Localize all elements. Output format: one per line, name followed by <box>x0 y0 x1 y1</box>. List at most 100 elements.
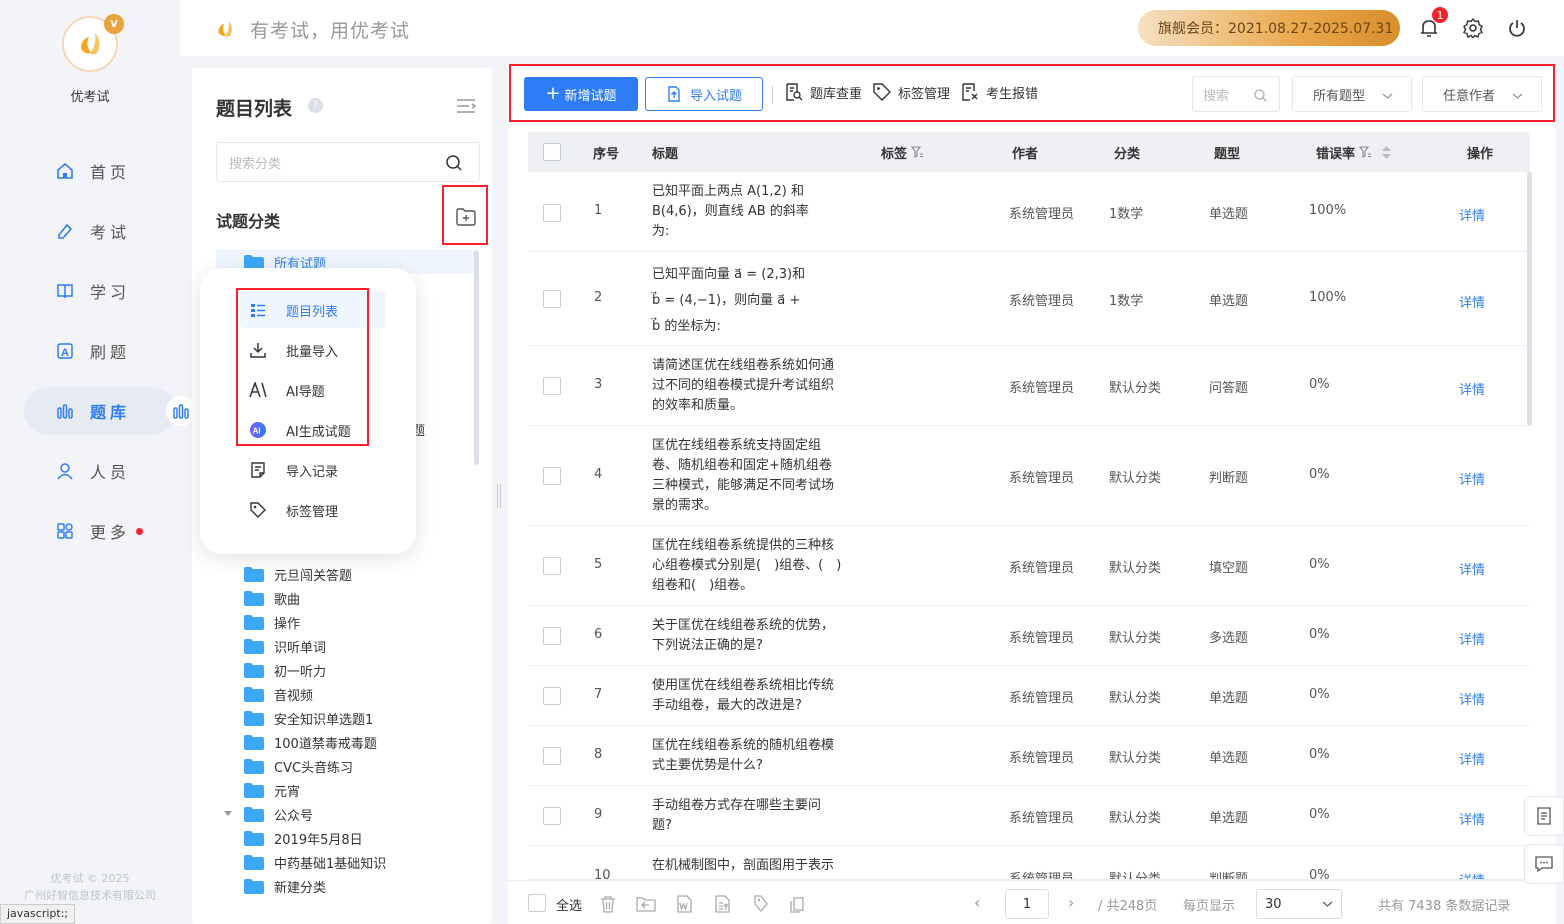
tag-management-link[interactable]: 标签管理 <box>872 82 950 102</box>
detail-link[interactable]: 详情 <box>1459 809 1485 828</box>
nav-question-bank[interactable]: 题库 <box>24 387 176 435</box>
nav-more[interactable]: 更多 <box>24 507 174 555</box>
menu-item-question-list[interactable]: 题目列表 <box>240 292 386 328</box>
row-checkbox[interactable] <box>543 687 561 705</box>
question-type-dropdown[interactable]: 所有题型 <box>1292 76 1412 112</box>
nav-learn[interactable]: 学习 <box>24 267 174 315</box>
settings-icon[interactable] <box>1461 16 1485 40</box>
tree-item[interactable]: 初一听力 <box>216 658 476 682</box>
menu-item-ai-generate[interactable]: AI AI生成试题 <box>240 412 386 448</box>
detail-link[interactable]: 详情 <box>1459 205 1485 224</box>
row-checkbox[interactable] <box>543 747 561 765</box>
add-folder-icon[interactable] <box>456 208 476 226</box>
nav-people[interactable]: 人员 <box>24 447 174 495</box>
row-checkbox[interactable] <box>543 807 561 825</box>
select-all-checkbox[interactable] <box>543 143 561 161</box>
menu-item-tag-management[interactable]: 标签管理 <box>240 492 386 528</box>
tree-item[interactable]: 元宵 <box>216 778 476 802</box>
filter-icon[interactable] <box>911 145 924 159</box>
export-word-icon[interactable] <box>674 894 694 914</box>
detail-link[interactable]: 详情 <box>1459 689 1485 708</box>
row-checkbox[interactable] <box>543 467 561 485</box>
tree-item[interactable]: 中药基础1基础知识 <box>216 850 476 874</box>
question-title[interactable]: 匡优在线组卷系统的随机组卷模 式主要优势是什么? <box>652 736 852 776</box>
row-checkbox[interactable] <box>543 290 561 308</box>
tree-item[interactable]: 歌曲 <box>216 586 476 610</box>
question-title[interactable]: 匡优在线组卷系统支持固定组 卷、随机组卷和固定+随机组卷 三种模式，能够满足不同… <box>652 436 852 516</box>
question-search-input[interactable]: 搜索 <box>1192 76 1280 112</box>
search-icon[interactable] <box>1254 89 1267 106</box>
help-icon[interactable]: ? <box>308 98 323 113</box>
add-question-button[interactable]: + 新增试题 <box>524 77 638 111</box>
tree-item[interactable]: 公众号 <box>216 802 476 826</box>
nav-home[interactable]: 首页 <box>24 147 174 195</box>
tree-item[interactable]: 识听单词 <box>216 634 476 658</box>
tree-item[interactable]: 音视频 <box>216 682 476 706</box>
table-scrollbar[interactable] <box>1527 172 1532 426</box>
nav-exam[interactable]: 考试 <box>24 207 174 255</box>
table-row[interactable]: 4 匡优在线组卷系统支持固定组 卷、随机组卷和固定+随机组卷 三种模式，能够满足… <box>528 426 1530 526</box>
question-title[interactable]: 已知平面上两点 A(1,2) 和 B(4,6)，则直线 AB 的斜率 为: <box>652 182 852 242</box>
table-row[interactable]: 5 匡优在线组卷系统提供的三种核 心组卷模式分别是( )组卷、( ) 组卷和( … <box>528 526 1530 606</box>
question-title[interactable]: 请简述匡优在线组卷系统如何通 过不同的组卷模式提升考试组织 的效率和质量。 <box>652 356 852 416</box>
question-title[interactable]: 关于匡优在线组卷系统的优势， 下列说法正确的是? <box>652 616 852 656</box>
author-dropdown[interactable]: 任意作者 <box>1422 76 1542 112</box>
column-tags[interactable]: 标签 <box>881 143 924 162</box>
detail-link[interactable]: 详情 <box>1459 559 1485 578</box>
question-title[interactable]: 在机械制图中，剖面图用于表示 <box>652 856 872 876</box>
tree-item[interactable]: 元旦闯关答题 <box>216 562 476 586</box>
next-page-button[interactable]: › <box>1068 893 1074 912</box>
footer-select-all-checkbox[interactable] <box>528 894 546 912</box>
dedupe-link[interactable]: 题库查重 <box>784 82 862 102</box>
panel-resize-handle[interactable] <box>497 484 501 508</box>
vip-membership-badge[interactable]: 旗舰会员：2021.08.27-2025.07.31 <box>1138 10 1400 46</box>
detail-link[interactable]: 详情 <box>1459 749 1485 768</box>
table-row[interactable]: 2 已知平面向量 a⃗ = (2,3)和 b⃗ = (4,−1)，则向量 a⃗ … <box>528 252 1530 346</box>
question-title[interactable]: 已知平面向量 a⃗ = (2,3)和 b⃗ = (4,−1)，则向量 a⃗ + … <box>652 262 852 340</box>
question-title[interactable]: 手动组卷方式存在哪些主要问 题? <box>652 796 852 836</box>
tree-item[interactable]: 100道禁毒戒毒题 <box>216 730 476 754</box>
power-icon[interactable] <box>1505 16 1529 40</box>
page-number-input[interactable]: 1 <box>1005 889 1049 919</box>
tree-item[interactable]: 新建分类 <box>216 874 476 898</box>
move-folder-icon[interactable] <box>636 894 656 914</box>
import-question-button[interactable]: 导入试题 <box>645 77 763 111</box>
menu-item-import-records[interactable]: 导入记录 <box>240 452 386 488</box>
question-title[interactable]: 使用匡优在线组卷系统相比传统 手动组卷，最大的改进是? <box>652 676 852 716</box>
detail-link[interactable]: 详情 <box>1459 870 1485 879</box>
filter-icon[interactable] <box>1359 145 1372 159</box>
row-checkbox[interactable] <box>543 377 561 395</box>
table-row[interactable]: 9 手动组卷方式存在哪些主要问 题? 系统管理员 默认分类 单选题 0% 详情 <box>528 786 1530 846</box>
nav-practice[interactable]: A 刷题 <box>24 327 174 375</box>
delete-icon[interactable] <box>598 894 618 914</box>
row-checkbox[interactable] <box>543 557 561 575</box>
column-error-rate[interactable]: 错误率 <box>1316 143 1392 162</box>
detail-link[interactable]: 详情 <box>1459 629 1485 648</box>
row-checkbox[interactable] <box>543 204 561 222</box>
detail-link[interactable]: 详情 <box>1459 469 1485 488</box>
tree-item[interactable]: 安全知识单选题1 <box>216 706 476 730</box>
collapse-menu-icon[interactable] <box>456 98 477 118</box>
question-title[interactable]: 匡优在线组卷系统提供的三种核 心组卷模式分别是( )组卷、( ) 组卷和( )组… <box>652 536 862 596</box>
search-icon[interactable] <box>445 154 463 176</box>
notes-float-button[interactable] <box>1524 796 1564 836</box>
sort-icon[interactable] <box>1382 145 1392 159</box>
menu-item-batch-import[interactable]: 批量导入 <box>240 332 386 368</box>
table-row[interactable]: 7 使用匡优在线组卷系统相比传统 手动组卷，最大的改进是? 系统管理员 默认分类… <box>528 666 1530 726</box>
table-row[interactable]: 10 在机械制图中，剖面图用于表示 系统管理员 默认分类 判断题 0% 详情 <box>528 846 1530 880</box>
export-icon[interactable] <box>712 894 732 914</box>
tree-item[interactable]: 2019年5月8日 <box>216 826 476 850</box>
per-page-select[interactable]: 30 <box>1256 889 1342 919</box>
menu-item-ai-import[interactable]: AI导题 <box>240 372 386 408</box>
tree-item[interactable]: 操作 <box>216 610 476 634</box>
tree-item[interactable]: CVC头音练习 <box>216 754 476 778</box>
table-row[interactable]: 3 请简述匡优在线组卷系统如何通 过不同的组卷模式提升考试组织 的效率和质量。 … <box>528 346 1530 426</box>
prev-page-button[interactable]: ‹ <box>974 893 980 912</box>
expand-caret-icon[interactable] <box>224 811 232 816</box>
table-row[interactable]: 8 匡优在线组卷系统的随机组卷模 式主要优势是什么? 系统管理员 默认分类 单选… <box>528 726 1530 786</box>
select-all-label[interactable]: 全选 <box>556 895 582 914</box>
row-checkbox[interactable] <box>543 627 561 645</box>
detail-link[interactable]: 详情 <box>1459 292 1485 311</box>
table-row[interactable]: 6 关于匡优在线组卷系统的优势， 下列说法正确的是? 系统管理员 默认分类 多选… <box>528 606 1530 666</box>
error-report-link[interactable]: 考生报错 <box>960 82 1038 102</box>
